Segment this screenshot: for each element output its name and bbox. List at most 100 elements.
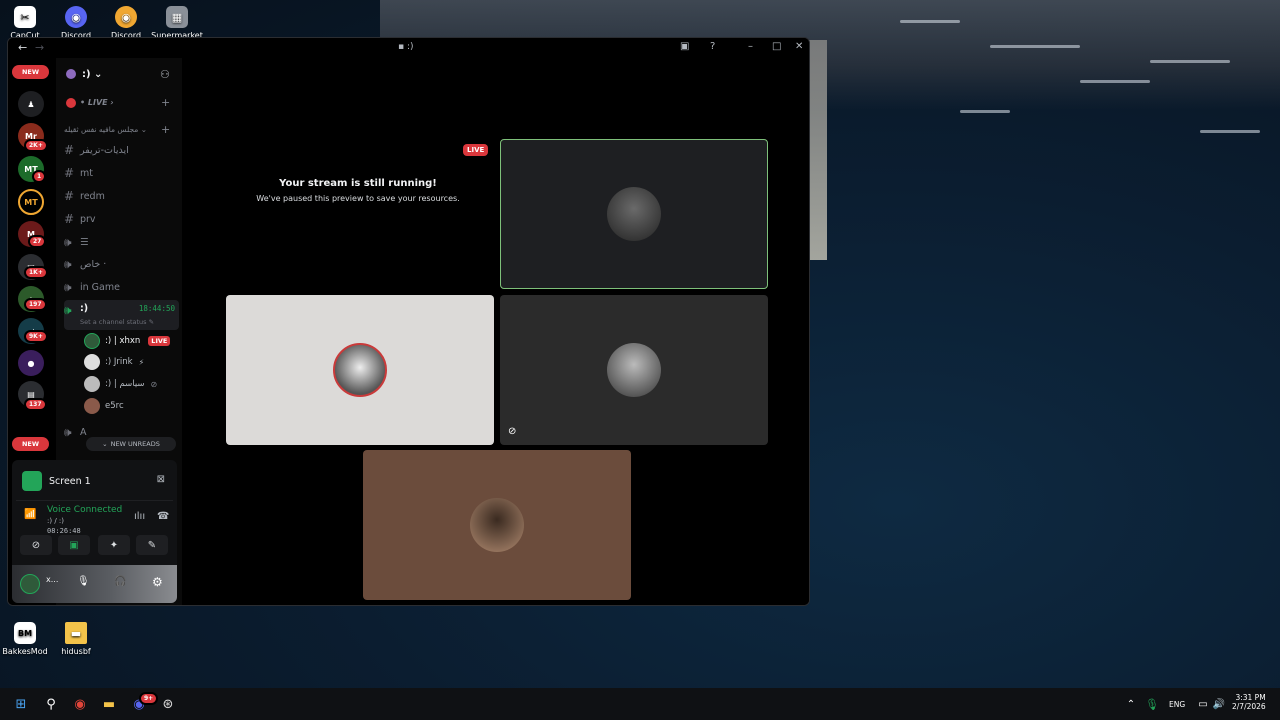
- server-mt2[interactable]: MT: [18, 189, 44, 215]
- inbox-icon[interactable]: ▣: [680, 41, 689, 52]
- voice-panel: Screen 1 ⊠ 📶 Voice Connected :) / :) 08:…: [12, 460, 177, 603]
- window-title: ▪ :): [398, 42, 414, 52]
- wallpaper-cloud: [900, 20, 960, 23]
- deafened-icon: ⚡: [138, 357, 145, 367]
- channel-text[interactable]: # redm: [64, 186, 179, 206]
- start-icon[interactable]: ⊞: [11, 694, 31, 714]
- close-icon[interactable]: ✕: [795, 41, 803, 52]
- category-label[interactable]: مجلس مافیه نفس ثقیله ⌄: [64, 125, 147, 134]
- camera-off-button[interactable]: ⊘: [20, 535, 52, 555]
- signal-icon: 📶: [24, 509, 37, 520]
- channel-voice-active[interactable]: 🕪 :) 18:44:50 Set a channel status ✎: [64, 300, 179, 330]
- avatar: [470, 498, 524, 552]
- activities-button[interactable]: ✦: [98, 535, 130, 555]
- discord-canary-icon: ◉: [115, 6, 137, 28]
- add-channel-icon[interactable]: +: [161, 123, 170, 136]
- new-unreads-pill[interactable]: ⌄ NEW UNREADS: [86, 437, 176, 451]
- minimize-icon[interactable]: –: [748, 41, 753, 52]
- speaker-icon: 🕪: [64, 256, 72, 271]
- channel-voice[interactable]: 🕪 in Game: [64, 277, 179, 297]
- video-tile[interactable]: [500, 139, 768, 289]
- video-tile[interactable]: ⊘: [500, 295, 768, 445]
- supermarket-icon: ▦: [166, 6, 188, 28]
- video-tile[interactable]: [363, 450, 631, 600]
- noise-suppression-icon[interactable]: ılıı: [134, 511, 145, 522]
- hash-icon: #: [64, 189, 75, 203]
- live-badge: LIVE: [148, 336, 171, 346]
- settings-icon[interactable]: ⚙: [152, 575, 163, 589]
- stop-stream-icon[interactable]: ⊠: [157, 474, 165, 485]
- server-badge: 9K+: [24, 330, 48, 343]
- microphone-icon[interactable]: 🎙: [1142, 694, 1162, 714]
- discord-badge: 9+: [139, 692, 159, 705]
- server-name[interactable]: :) ⌄: [82, 69, 102, 80]
- new-badge-top[interactable]: NEW: [12, 65, 49, 79]
- headphones-icon[interactable]: 🎧: [114, 576, 126, 587]
- channel-text[interactable]: # ایدیات-تریفر: [64, 140, 179, 160]
- clock[interactable]: 3:31 PM 2/7/2026: [1232, 693, 1266, 711]
- voice-member[interactable]: :) Jrink ⚡: [84, 352, 144, 372]
- maximize-icon[interactable]: □: [772, 41, 781, 52]
- chrome-icon[interactable]: ◉: [70, 694, 90, 714]
- channel-voice[interactable]: 🕪 ☰: [64, 232, 179, 252]
- screen-icon: [22, 471, 42, 491]
- video-tile[interactable]: [226, 295, 494, 445]
- avatar: [84, 333, 100, 349]
- add-friend-icon[interactable]: ⚇: [160, 68, 170, 81]
- desktop-icon-supermarket[interactable]: ▦ Supermarket: [145, 6, 209, 40]
- voice-stage: LIVE Your stream is still running! We've…: [183, 58, 809, 605]
- server-badge: 197: [24, 298, 47, 311]
- microphone-icon[interactable]: 🎙: [77, 576, 90, 587]
- screen-share-card[interactable]: Screen 1 ⊠: [16, 466, 173, 496]
- chevron-up-icon[interactable]: ⌃: [1121, 694, 1141, 714]
- avatar: [84, 354, 100, 370]
- app-icon[interactable]: ⊛: [158, 694, 178, 714]
- channel-text[interactable]: # mt: [64, 163, 179, 183]
- live-tag: LIVE: [463, 144, 489, 156]
- screen-share-button[interactable]: ▣: [58, 535, 90, 555]
- add-channel-icon[interactable]: +: [161, 96, 170, 109]
- speaker-icon: 🕪: [64, 234, 72, 249]
- server-purple[interactable]: ●: [18, 350, 44, 376]
- discord-icon: ◉: [65, 6, 87, 28]
- server-badge: 2K+: [24, 139, 48, 152]
- file-explorer-icon[interactable]: ▬: [99, 694, 119, 714]
- wallpaper-cloud: [1150, 60, 1230, 63]
- volume-icon[interactable]: 🔊: [1209, 694, 1229, 714]
- avatar: [333, 343, 387, 397]
- channel-text[interactable]: # prv: [64, 209, 179, 229]
- title-bar: ← → ▪ :) ▣ ? – □ ✕: [8, 38, 809, 58]
- avatar: [607, 187, 661, 241]
- desktop-icon-hidusbf[interactable]: ▬ hidusbf: [44, 622, 108, 656]
- wallpaper-cloud: [960, 110, 1010, 113]
- taskbar: ⊞ ⚲ ◉ ▬ ◉ 9+ ⊛ ⌃ 🎙 ENG ▭ 🔊 3:31 PM 2/7/2…: [0, 688, 1280, 720]
- back-arrow-icon[interactable]: ←: [18, 41, 27, 54]
- help-icon[interactable]: ?: [710, 41, 715, 52]
- folder-icon: ▬: [65, 622, 87, 644]
- speaker-icon: 🕪: [64, 303, 72, 317]
- stream-paused-notice: Your stream is still running! We've paus…: [256, 178, 460, 203]
- avatar[interactable]: [20, 574, 40, 594]
- server-badge: 1: [32, 170, 47, 183]
- new-badge-bottom[interactable]: NEW: [12, 437, 49, 451]
- voice-member[interactable]: :) | xhxn LIVE: [84, 331, 171, 351]
- wallpaper-cloud: [1200, 130, 1260, 133]
- voice-member[interactable]: :) | سیاسم ⊘: [84, 374, 157, 394]
- language-indicator[interactable]: ENG: [1169, 700, 1185, 709]
- channel-status[interactable]: Set a channel status ✎: [80, 318, 154, 326]
- forward-arrow-icon[interactable]: →: [35, 41, 44, 54]
- server-badge: 1K+: [24, 266, 48, 279]
- server-icon: [66, 69, 76, 79]
- channel-voice[interactable]: 🕪 خاص ·: [64, 254, 179, 274]
- server-home[interactable]: ♟: [18, 91, 44, 117]
- disconnect-icon[interactable]: ☎: [157, 511, 169, 522]
- bakkesmod-icon: BM: [14, 622, 36, 644]
- hash-icon: #: [64, 143, 75, 157]
- live-dot-icon: [66, 98, 76, 108]
- soundboard-button[interactable]: ✎: [136, 535, 168, 555]
- search-icon[interactable]: ⚲: [41, 694, 61, 714]
- muted-icon: ⊘: [150, 379, 158, 389]
- voice-member[interactable]: e5rc: [84, 396, 124, 416]
- live-category[interactable]: • LIVE ›: [80, 98, 114, 107]
- discord-window: ← → ▪ :) ▣ ? – □ ✕ NEW ♟ Mr 2K+ MT 1 MT …: [7, 37, 810, 606]
